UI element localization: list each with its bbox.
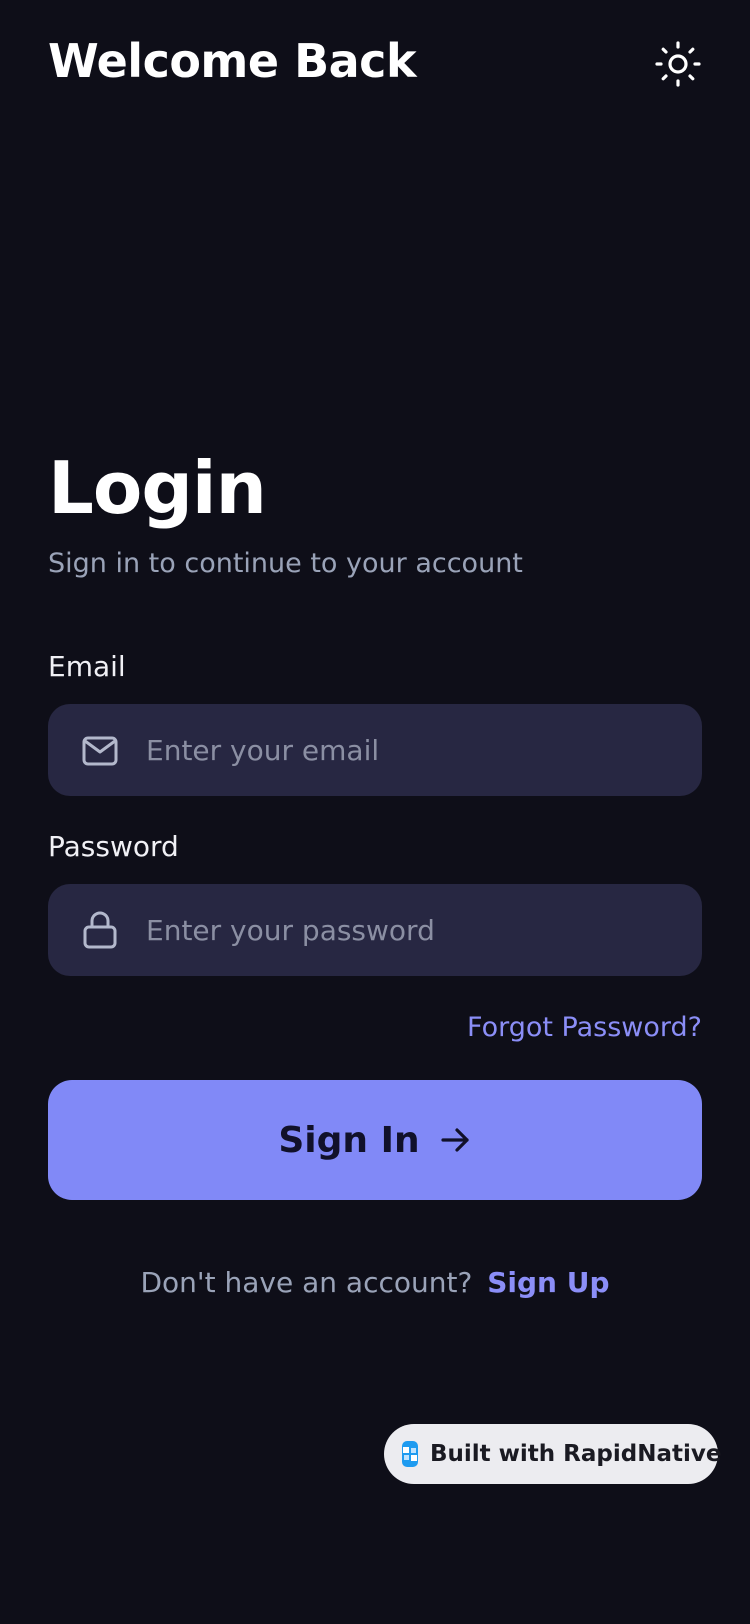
login-title: Login bbox=[48, 446, 267, 530]
email-field[interactable] bbox=[146, 704, 666, 796]
page-header-title: Welcome Back bbox=[48, 34, 417, 88]
password-field[interactable] bbox=[146, 884, 666, 976]
password-field-container bbox=[48, 884, 702, 976]
sun-icon bbox=[655, 41, 701, 87]
email-field-container bbox=[48, 704, 702, 796]
forgot-password-link[interactable]: Forgot Password? bbox=[467, 1012, 702, 1043]
sign-up-link[interactable]: Sign Up bbox=[487, 1266, 609, 1299]
password-label: Password bbox=[48, 830, 179, 863]
login-subtitle: Sign in to continue to your account bbox=[48, 548, 523, 579]
login-screen: Welcome Back Login Sign in to continue t… bbox=[0, 0, 750, 1624]
rapidnative-logo-icon bbox=[402, 1441, 418, 1467]
signup-prompt-row: Don't have an account? Sign Up bbox=[0, 1266, 750, 1299]
mail-icon bbox=[82, 736, 118, 766]
signup-prompt-text: Don't have an account? bbox=[140, 1266, 473, 1299]
email-label: Email bbox=[48, 650, 126, 683]
theme-toggle-button[interactable] bbox=[654, 40, 702, 88]
lock-icon bbox=[83, 911, 117, 949]
sign-in-button[interactable]: Sign In bbox=[48, 1080, 702, 1200]
built-with-badge[interactable]: Built with RapidNative bbox=[384, 1424, 722, 1484]
arrow-right-icon bbox=[441, 1128, 469, 1152]
built-with-label: Built with RapidNative bbox=[430, 1441, 722, 1467]
sign-in-label: Sign In bbox=[278, 1119, 420, 1161]
